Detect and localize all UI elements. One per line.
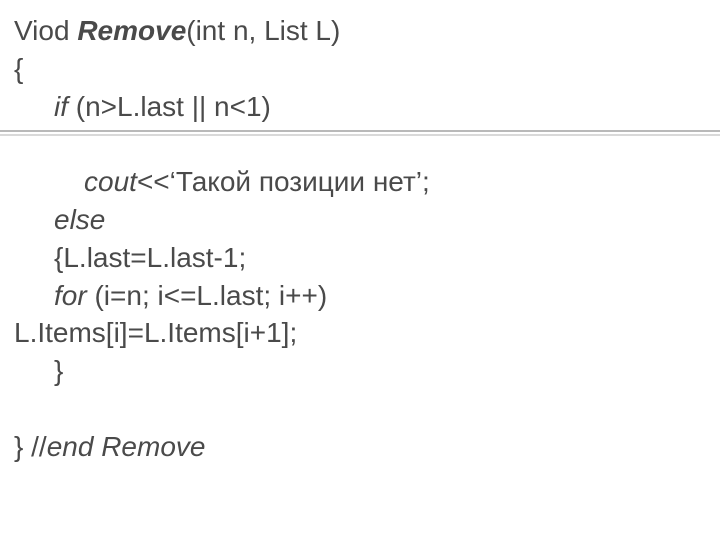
code-line-7: for (i=n; i<=L.last; i++) [14, 277, 706, 315]
text-italic: cout [84, 166, 137, 197]
code-line-9: } [14, 352, 706, 390]
text: } // [14, 431, 47, 462]
text: <<‘Такой позиции нет’; [137, 166, 430, 197]
text: L.Items[i]=L.Items[i+1]; [14, 317, 297, 348]
code-line-8: L.Items[i]=L.Items[i+1]; [14, 314, 706, 352]
text: (i=n; i<=L.last; i++) [94, 280, 327, 311]
code-line-4: cout<<‘Такой позиции нет’; [14, 163, 706, 201]
text: (int n, List L) [186, 15, 340, 46]
text-bold-italic: Remove [77, 15, 186, 46]
code-line-2: { [14, 50, 706, 88]
text: (n>L.last || n<1) [76, 91, 271, 122]
text: Viod [14, 15, 77, 46]
text: {L.last=L.last-1; [54, 242, 246, 273]
slide: Viod Remove(int n, List L) { if (n>L.las… [0, 0, 720, 540]
text-italic: for [54, 280, 94, 311]
code-line-6: {L.last=L.last-1; [14, 239, 706, 277]
text-italic: else [54, 204, 105, 235]
divider [0, 130, 720, 136]
text: } [54, 355, 63, 386]
code-line-1: Viod Remove(int n, List L) [14, 12, 706, 50]
code-line-5: else [14, 201, 706, 239]
text-italic: end Remove [47, 431, 206, 462]
text: { [14, 53, 23, 84]
code-line-10: } //end Remove [14, 428, 706, 466]
text-italic: if [54, 91, 76, 122]
blank-line [14, 390, 706, 428]
code-line-3: if (n>L.last || n<1) [14, 88, 706, 126]
